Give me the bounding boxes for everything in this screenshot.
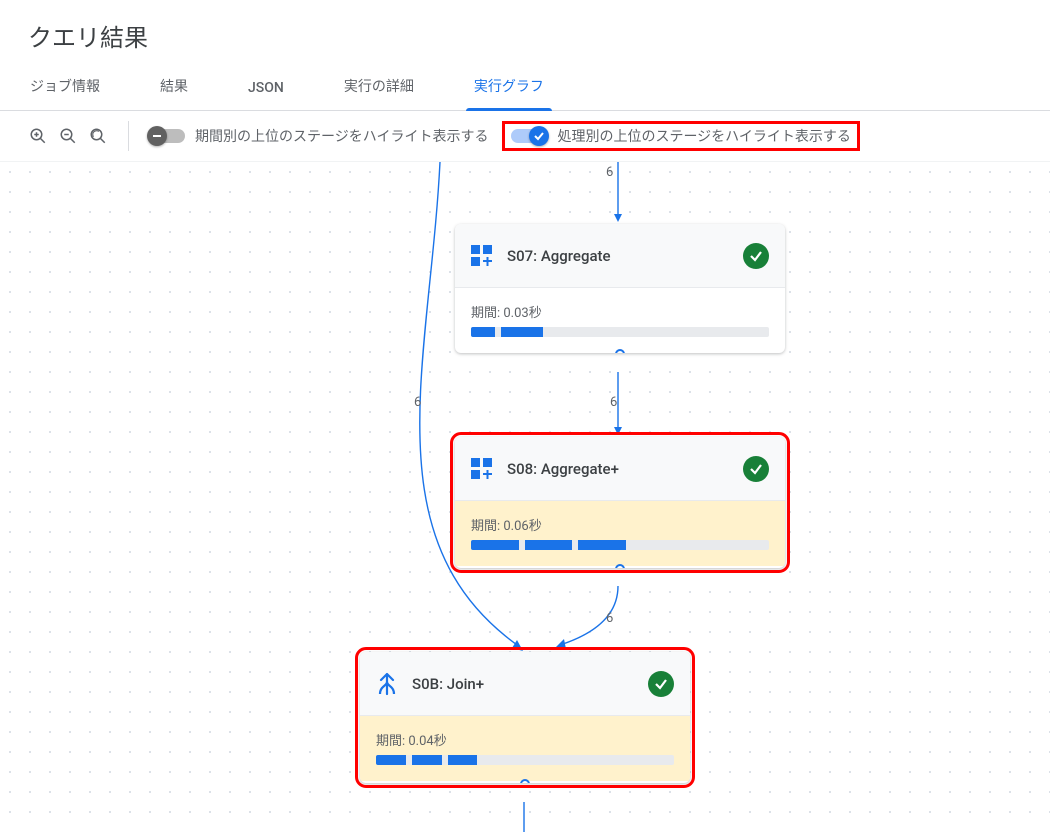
duration-label: 期間: 0.03秒 [471,302,769,321]
edge-label-top: 6 [606,165,613,180]
join-icon [376,672,398,696]
toggle-processing-label: 処理別の上位のステージをハイライト表示する [557,126,850,146]
node-port-out [520,779,530,783]
tab-results[interactable]: 結果 [158,62,190,110]
status-ok-icon [648,671,674,697]
duration-label: 期間: 0.06秒 [471,515,769,534]
stage-node-s08[interactable]: S08: Aggregate+ 期間: 0.06秒 [455,437,785,568]
divider [128,121,129,151]
status-ok-icon [743,456,769,482]
toggle-highlight-processing[interactable]: 処理別の上位のステージをハイライト表示する [511,126,850,146]
stage-title: S0B: Join+ [412,675,634,693]
duration-bar [471,327,769,337]
toggle-processing-switch[interactable] [511,129,547,143]
edge-label-s08-s0b: 6 [606,611,613,626]
tab-job-info[interactable]: ジョブ情報 [28,62,102,110]
toggle-duration-label: 期間別の上位のステージをハイライト表示する [195,126,488,146]
tab-exec-details[interactable]: 実行の詳細 [342,62,416,110]
aggregate-icon [471,458,493,480]
aggregate-icon [471,245,493,267]
node-port-out [615,564,625,568]
status-ok-icon [743,243,769,269]
duration-bar [376,755,674,765]
zoom-in-icon[interactable] [28,126,48,146]
stage-title: S08: Aggregate+ [507,460,729,478]
tab-exec-graph[interactable]: 実行グラフ [472,62,546,110]
stage-node-s0b[interactable]: S0B: Join+ 期間: 0.04秒 [360,652,690,783]
node-port-out [615,349,625,353]
zoom-reset-icon[interactable] [88,126,108,146]
edge-label-left: 6 [414,395,421,410]
stage-title: S07: Aggregate [507,247,729,265]
graph-canvas[interactable]: 6 6 6 6 S07: Aggregate 期間: 0.03秒 [0,162,1050,819]
edge-label-s07-s08: 6 [610,395,617,410]
zoom-out-icon[interactable] [58,126,78,146]
page-title: クエリ結果 [28,18,1022,53]
duration-bar [471,540,769,550]
stage-node-s07[interactable]: S07: Aggregate 期間: 0.03秒 [455,224,785,353]
toggle-highlight-duration[interactable]: 期間別の上位のステージをハイライト表示する [149,126,488,146]
highlight-box-toggle: 処理別の上位のステージをハイライト表示する [502,121,859,151]
toggle-duration-switch[interactable] [149,129,185,143]
tab-json[interactable]: JSON [246,66,286,110]
tabs: ジョブ情報 結果 JSON 実行の詳細 実行グラフ [0,63,1050,111]
duration-label: 期間: 0.04秒 [376,730,674,749]
graph-toolbar: 期間別の上位のステージをハイライト表示する 処理別の上位のステージをハイライト表… [0,111,1050,162]
